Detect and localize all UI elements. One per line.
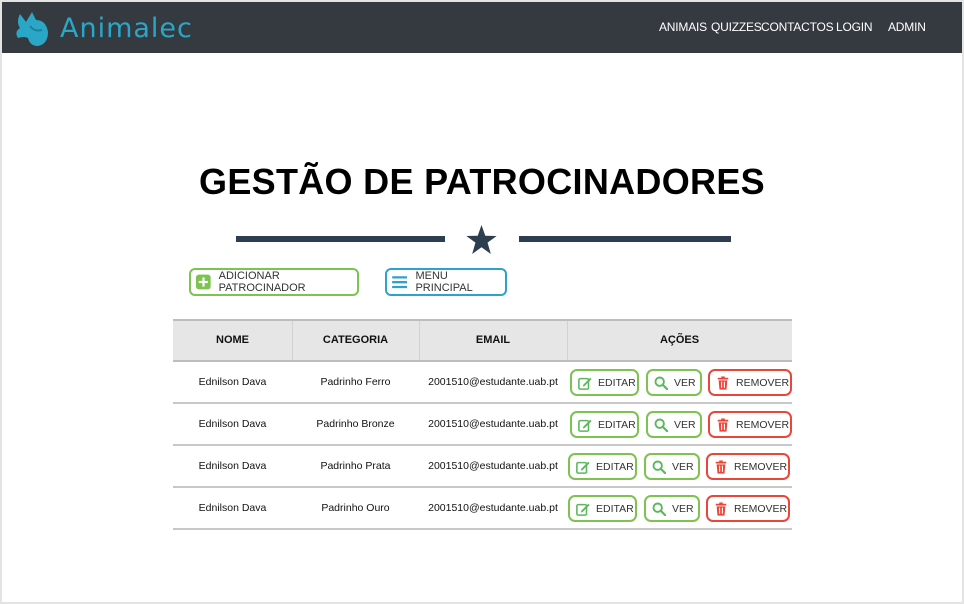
nav-link-contactos[interactable]: CONTACTOS	[761, 20, 834, 34]
view-label: VER	[672, 460, 694, 473]
remove-label: REMOVER	[734, 502, 788, 515]
column-header-acoes: AÇÕES	[659, 334, 700, 346]
nav-link-quizzes[interactable]: QUIZZES	[711, 20, 762, 34]
column-header-nome: NOME	[216, 334, 249, 346]
edit-button[interactable]: EDITAR	[568, 495, 637, 522]
cell-categoria: Padrinho Prata	[320, 460, 391, 472]
edit-button[interactable]: EDITAR	[568, 453, 637, 480]
remove-button[interactable]: REMOVER	[708, 369, 792, 396]
cell-email: 2001510@estudante.uab.pt	[428, 502, 558, 514]
edit-button[interactable]: EDITAR	[570, 411, 639, 438]
add-sponsor-label: ADICIONAR PATROCINADOR	[218, 270, 306, 294]
view-button[interactable]: VER	[644, 495, 700, 522]
cell-nome: Ednilson Dava	[198, 418, 267, 430]
edit-label: EDITAR	[598, 376, 636, 389]
remove-label: REMOVER	[736, 376, 790, 389]
view-label: VER	[674, 376, 696, 389]
cell-nome: Ednilson Dava	[198, 502, 267, 514]
trash-icon	[715, 501, 727, 516]
cell-email: 2001510@estudante.uab.pt	[428, 418, 558, 430]
column-header-categoria: CATEGORIA	[322, 334, 389, 346]
edit-icon	[578, 419, 592, 432]
hamburger-menu-icon	[392, 276, 408, 289]
cell-categoria: Padrinho Bronze	[316, 418, 395, 430]
main-menu-button[interactable]: MENU PRINCIPAL	[385, 268, 507, 296]
add-sponsor-button[interactable]: ADICIONAR PATROCINADOR	[189, 268, 359, 296]
trash-icon	[715, 459, 727, 474]
top-navbar: Animalec ANIMAIS QUIZZES CONTACTOS LOGIN…	[2, 2, 962, 53]
view-label: VER	[672, 502, 694, 515]
remove-button[interactable]: REMOVER	[708, 411, 792, 438]
remove-label: REMOVER	[734, 460, 788, 473]
table-header: NOME CATEGORIA EMAIL AÇÕES	[173, 319, 792, 362]
nav-link-login[interactable]: LOGIN	[836, 20, 873, 34]
table-row: Ednilson Dava Padrinho Prata 2001510@est…	[173, 446, 792, 488]
cell-nome: Ednilson Dava	[198, 376, 267, 388]
edit-label: EDITAR	[596, 460, 634, 473]
star-icon	[466, 225, 497, 254]
brand-name: Animalec	[60, 12, 193, 44]
cell-email: 2001510@estudante.uab.pt	[428, 376, 558, 388]
remove-label: REMOVER	[736, 418, 790, 431]
edit-label: EDITAR	[596, 502, 634, 515]
plus-square-icon	[196, 274, 211, 290]
brand-logo[interactable]: Animalec	[12, 8, 193, 48]
sponsors-table: NOME CATEGORIA EMAIL AÇÕES Ednilson Dava…	[173, 319, 792, 530]
column-header-email: EMAIL	[475, 334, 511, 346]
search-icon	[654, 418, 668, 432]
remove-button[interactable]: REMOVER	[706, 495, 790, 522]
title-divider-right	[519, 236, 731, 242]
cell-categoria: Padrinho Ferro	[320, 376, 391, 388]
view-label: VER	[674, 418, 696, 431]
remove-button[interactable]: REMOVER	[706, 453, 790, 480]
animal-logo-icon	[16, 12, 48, 46]
cell-nome: Ednilson Dava	[198, 460, 267, 472]
trash-icon	[717, 375, 729, 390]
edit-button[interactable]: EDITAR	[570, 369, 639, 396]
nav-link-animais[interactable]: ANIMAIS	[659, 20, 707, 34]
trash-icon	[717, 417, 729, 432]
view-button[interactable]: VER	[644, 453, 700, 480]
title-divider-left	[236, 236, 445, 242]
table-row: Ednilson Dava Padrinho Bronze 2001510@es…	[173, 404, 792, 446]
edit-icon	[576, 503, 590, 516]
main-menu-label: MENU PRINCIPAL	[415, 270, 473, 294]
cell-categoria: Padrinho Ouro	[321, 502, 390, 514]
edit-label: EDITAR	[598, 418, 636, 431]
view-button[interactable]: VER	[646, 411, 702, 438]
view-button[interactable]: VER	[646, 369, 702, 396]
nav-link-admin[interactable]: ADMIN	[888, 20, 926, 34]
table-row: Ednilson Dava Padrinho Ferro 2001510@est…	[173, 362, 792, 404]
table-row: Ednilson Dava Padrinho Ouro 2001510@estu…	[173, 488, 792, 530]
search-icon	[654, 376, 668, 390]
edit-icon	[578, 377, 592, 390]
search-icon	[652, 460, 666, 474]
page-title: GESTÃO DE PATROCINADORES	[199, 161, 765, 202]
edit-icon	[576, 461, 590, 474]
cell-email: 2001510@estudante.uab.pt	[428, 460, 558, 472]
search-icon	[652, 502, 666, 516]
